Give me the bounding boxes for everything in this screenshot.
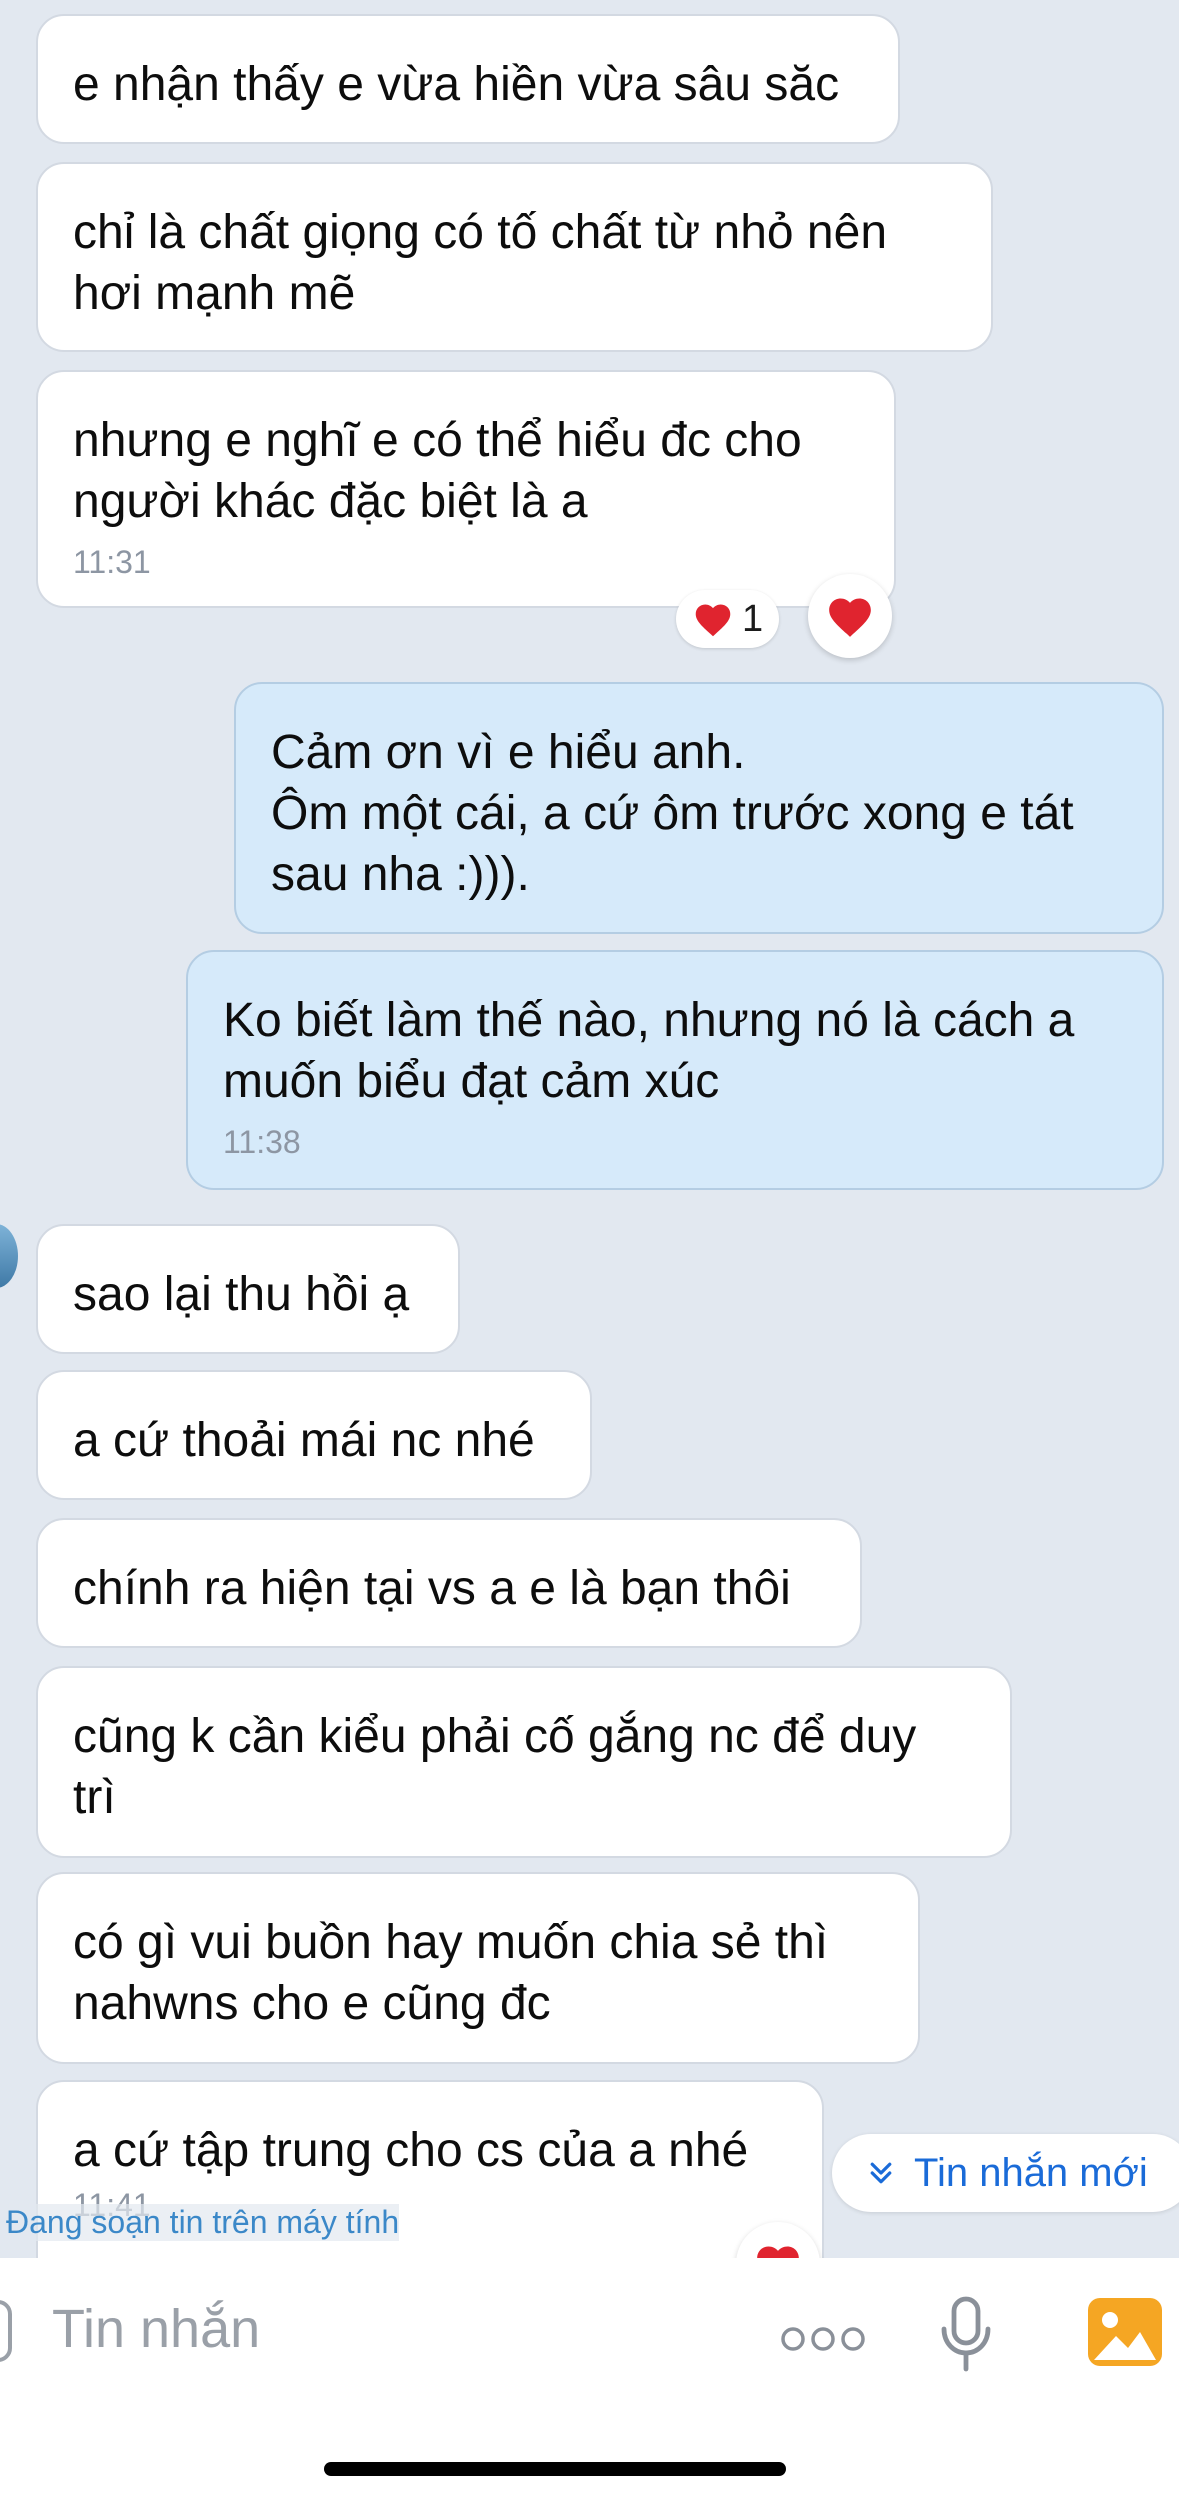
incoming-message[interactable]: sao lại thu hồi ạ xyxy=(36,1224,460,1354)
message-text: a cứ thoải mái nc nhé xyxy=(73,1414,535,1467)
incoming-message[interactable]: e nhận thấy e vừa hiền vừa sâu săc xyxy=(36,14,900,144)
home-indicator xyxy=(324,2462,786,2476)
message-text: chỉ là chất giọng có tố chất từ nhỏ nên … xyxy=(73,206,888,320)
outgoing-message[interactable]: Cảm ơn vì e hiểu anh. Ôm một cái, a cứ ô… xyxy=(234,682,1164,934)
message-text: Cảm ơn vì e hiểu anh. Ôm một cái, a cứ ô… xyxy=(271,726,1074,901)
message-input[interactable]: Tin nhắn xyxy=(52,2298,260,2360)
incoming-message[interactable]: a cứ thoải mái nc nhé xyxy=(36,1370,592,1500)
outgoing-message[interactable]: Ko biết làm thế nào, nhưng nó là cách a … xyxy=(186,950,1164,1190)
double-chevron-down-icon xyxy=(870,2162,892,2184)
avatar[interactable] xyxy=(0,1224,18,1288)
heart-icon xyxy=(829,598,871,637)
reaction-count: 1 xyxy=(742,597,764,640)
typing-status: Đang soạn tin trên máy tính xyxy=(6,2204,400,2241)
message-text: có gì vui buồn hay muốn chia sẻ thì nahw… xyxy=(73,1916,829,2030)
message-time: 11:31 xyxy=(73,544,151,580)
image-gallery-icon[interactable] xyxy=(1088,2298,1162,2366)
react-button[interactable] xyxy=(808,574,892,658)
microphone-icon[interactable] xyxy=(938,2294,994,2376)
message-text: a cứ tập trung cho cs của a nhé xyxy=(73,2124,749,2177)
incoming-message[interactable]: chỉ là chất giọng có tố chất từ nhỏ nên … xyxy=(36,162,993,352)
message-time: 11:38 xyxy=(223,1124,301,1160)
incoming-message[interactable]: nhưng e nghĩ e có thể hiểu đc cho người … xyxy=(36,370,896,608)
reaction-count-badge[interactable]: 1 xyxy=(676,590,780,648)
heart-icon xyxy=(695,604,731,637)
message-text: e nhận thấy e vừa hiền vừa sâu săc xyxy=(73,58,840,111)
message-text: sao lại thu hồi ạ xyxy=(73,1268,410,1321)
emoji-button-edge[interactable] xyxy=(0,2300,12,2362)
incoming-message[interactable]: có gì vui buồn hay muốn chia sẻ thì nahw… xyxy=(36,1872,920,2064)
incoming-message[interactable]: chính ra hiện tại vs a e là bạn thôi xyxy=(36,1518,862,1648)
incoming-message[interactable]: cũng k cần kiểu phải cố gắng nc để duy t… xyxy=(36,1666,1012,1858)
message-text: cũng k cần kiểu phải cố gắng nc để duy t… xyxy=(73,1710,917,1824)
new-messages-button[interactable]: Tin nhắn mới xyxy=(832,2134,1179,2212)
message-text: Ko biết làm thế nào, nhưng nó là cách a … xyxy=(223,994,1075,1108)
message-text: chính ra hiện tại vs a e là bạn thôi xyxy=(73,1562,791,1615)
new-messages-label: Tin nhắn mới xyxy=(914,2150,1148,2195)
message-text: nhưng e nghĩ e có thể hiểu đc cho người … xyxy=(73,414,802,528)
more-dots-icon[interactable] xyxy=(780,2324,866,2354)
